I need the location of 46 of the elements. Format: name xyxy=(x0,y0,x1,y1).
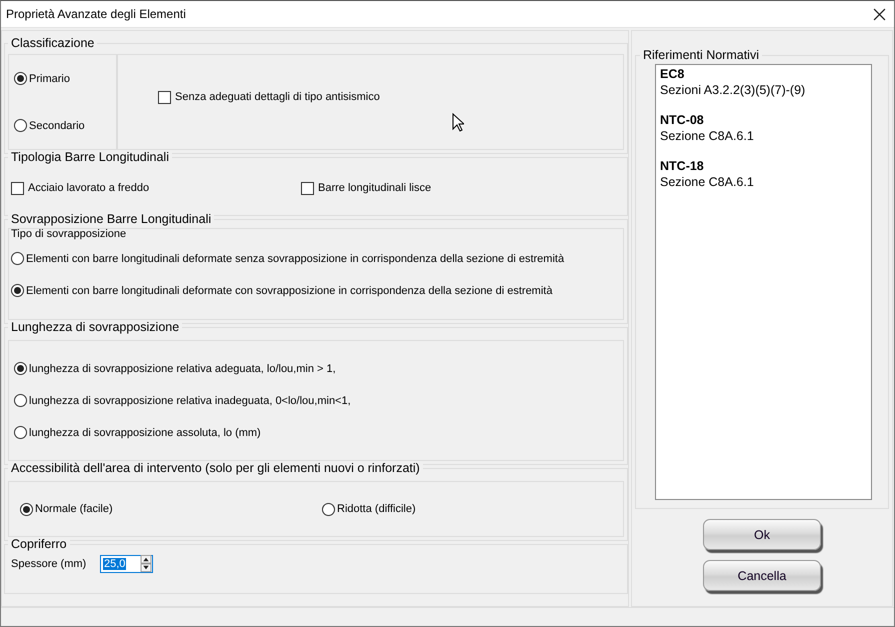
radio-button[interactable] xyxy=(14,72,27,85)
reference-section: Sezione C8A.6.1 xyxy=(660,175,867,189)
group-title: Classificazione xyxy=(8,36,98,50)
reference-code: NTC-18 xyxy=(660,159,705,173)
group-title: Riferimenti Normativi xyxy=(640,48,762,62)
radio-button[interactable] xyxy=(14,362,27,375)
radio-button[interactable] xyxy=(14,394,27,407)
radio-button[interactable] xyxy=(14,426,27,439)
checkbox-label: Acciaio lavorato a freddo xyxy=(28,182,150,194)
group-title: Sovrapposizione Barre Longitudinali xyxy=(8,212,214,226)
subgroup-title: Tipo di sovrapposizione xyxy=(11,228,128,240)
radio-button[interactable] xyxy=(14,119,27,132)
group-title: Tipologia Barre Longitudinali xyxy=(8,150,172,164)
group-title: Copriferro xyxy=(8,537,70,551)
radio-button[interactable] xyxy=(20,502,33,516)
option-label: Normale (facile) xyxy=(35,503,113,515)
reference-code: EC8 xyxy=(660,67,686,81)
spin-field[interactable]: 25,0 xyxy=(100,555,153,573)
mouse-cursor-icon xyxy=(452,113,464,132)
group-title: Accessibilità dell'area di intervento (solo per gli elementi nuovi o rinforzati) xyxy=(8,461,423,475)
checkbox-label: Senza adeguati dettagli di tipo antisismico xyxy=(175,91,380,103)
radio-button[interactable] xyxy=(11,284,24,297)
option-label: Elementi con barre longitudinali deformate senza sovrapposizione in corrispondenza della sezione di estremità xyxy=(26,252,564,264)
spin-arrows-icon[interactable] xyxy=(140,555,152,573)
group-title: Lunghezza di sovrapposizione xyxy=(8,320,182,334)
dialog-button[interactable]: Cancella xyxy=(703,560,821,591)
field-label: Spessore (mm) xyxy=(11,558,88,570)
radio-button[interactable] xyxy=(322,502,335,516)
checkbox[interactable] xyxy=(11,182,24,194)
option-label: Elementi con barre longitudinali deformate con sovrapposizione in corrispondenza della sezione di estremità xyxy=(26,284,552,296)
option-label: Ridotta (difficile) xyxy=(337,503,416,515)
option-label: Secondario xyxy=(29,120,85,132)
reference-section: Sezione C8A.6.1 xyxy=(660,129,867,143)
window-title: Proprietà Avanzate degli Elementi xyxy=(6,7,186,21)
option-label: lunghezza di sovrapposizione assoluta, lo (mm) xyxy=(29,426,261,438)
close-icon[interactable] xyxy=(873,8,886,20)
option-label: Primario xyxy=(29,72,70,84)
option-label: lunghezza di sovrapposizione relativa adeguata, lo/lou,min > 1, xyxy=(29,362,336,374)
checkbox[interactable] xyxy=(158,90,171,104)
radio-button[interactable] xyxy=(11,252,24,265)
reference-section: Sezioni A3.2.2(3)(5)(7)-(9) xyxy=(660,83,867,97)
option-label: lunghezza di sovrapposizione relativa inadeguata, 0<lo/lou,min<1, xyxy=(29,394,351,406)
reference-code: NTC-08 xyxy=(660,113,705,127)
dialog-button[interactable]: Ok xyxy=(703,519,821,550)
checkbox[interactable] xyxy=(301,182,314,194)
checkbox-label: Barre longitudinali lisce xyxy=(318,182,432,194)
